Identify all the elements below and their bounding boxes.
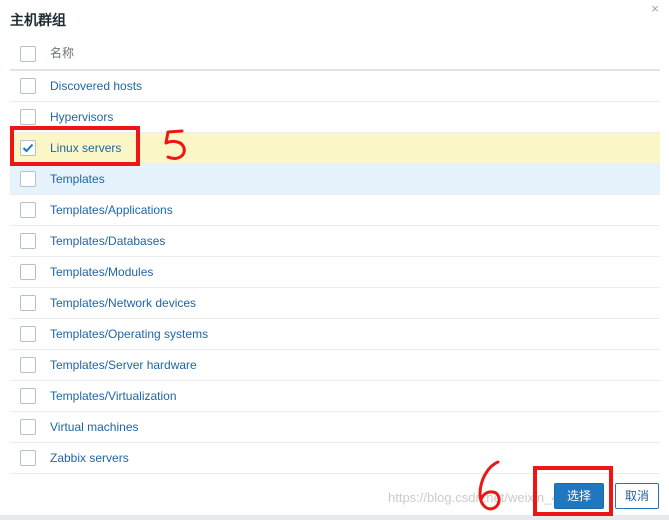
- table-row-selected: Linux servers: [10, 133, 660, 164]
- table-row: Templates/Virtualization: [10, 381, 660, 412]
- host-group-dialog: 主机群组 × 名称 Discovered hosts Hypervisors L…: [0, 0, 669, 520]
- host-group-link[interactable]: Templates/Virtualization: [50, 381, 177, 411]
- checkmark-icon: [22, 143, 34, 153]
- table-row: Templates/Modules: [10, 257, 660, 288]
- table-row: Discovered hosts: [10, 71, 660, 102]
- table-row-hovered: Templates: [10, 164, 660, 195]
- table-row: Templates/Applications: [10, 195, 660, 226]
- row-checkbox[interactable]: [20, 450, 36, 466]
- row-checkbox[interactable]: [20, 295, 36, 311]
- row-checkbox[interactable]: [20, 171, 36, 187]
- host-group-table: 名称 Discovered hosts Hypervisors Linux se…: [10, 38, 660, 474]
- host-group-link[interactable]: Templates/Operating systems: [50, 319, 208, 349]
- table-row: Templates/Network devices: [10, 288, 660, 319]
- host-group-link[interactable]: Virtual machines: [50, 412, 139, 442]
- table-row: Templates/Operating systems: [10, 319, 660, 350]
- table-row: Virtual machines: [10, 412, 660, 443]
- dialog-title: 主机群组: [10, 12, 66, 28]
- host-group-link[interactable]: Hypervisors: [50, 102, 113, 132]
- host-group-link[interactable]: Templates/Server hardware: [50, 350, 197, 380]
- row-checkbox[interactable]: [20, 264, 36, 280]
- row-checkbox[interactable]: [20, 326, 36, 342]
- host-group-link[interactable]: Templates/Databases: [50, 226, 165, 256]
- row-checkbox[interactable]: [20, 388, 36, 404]
- host-group-link[interactable]: Discovered hosts: [50, 71, 142, 101]
- row-checkbox[interactable]: [20, 78, 36, 94]
- table-row: Zabbix servers: [10, 443, 660, 474]
- select-button[interactable]: 选择: [554, 483, 604, 509]
- host-group-link[interactable]: Templates/Applications: [50, 195, 173, 225]
- host-group-link[interactable]: Templates/Network devices: [50, 288, 196, 318]
- host-group-link[interactable]: Templates/Modules: [50, 257, 153, 287]
- table-header-row: 名称: [10, 38, 660, 71]
- host-group-link[interactable]: Templates: [50, 164, 105, 194]
- table-row: Templates/Server hardware: [10, 350, 660, 381]
- row-checkbox[interactable]: [20, 233, 36, 249]
- row-checkbox[interactable]: [20, 357, 36, 373]
- column-header-name: 名称: [50, 46, 75, 60]
- row-checkbox-checked[interactable]: [20, 140, 36, 156]
- row-checkbox[interactable]: [20, 109, 36, 125]
- select-all-checkbox[interactable]: [20, 46, 36, 62]
- table-row: Hypervisors: [10, 102, 660, 133]
- table-row: Templates/Databases: [10, 226, 660, 257]
- dialog-bottom-border: [0, 515, 669, 520]
- host-group-link[interactable]: Linux servers: [50, 133, 121, 163]
- row-checkbox[interactable]: [20, 202, 36, 218]
- row-checkbox[interactable]: [20, 419, 36, 435]
- cancel-button[interactable]: 取消: [615, 483, 659, 509]
- host-group-link[interactable]: Zabbix servers: [50, 443, 129, 473]
- close-icon[interactable]: ×: [648, 2, 662, 16]
